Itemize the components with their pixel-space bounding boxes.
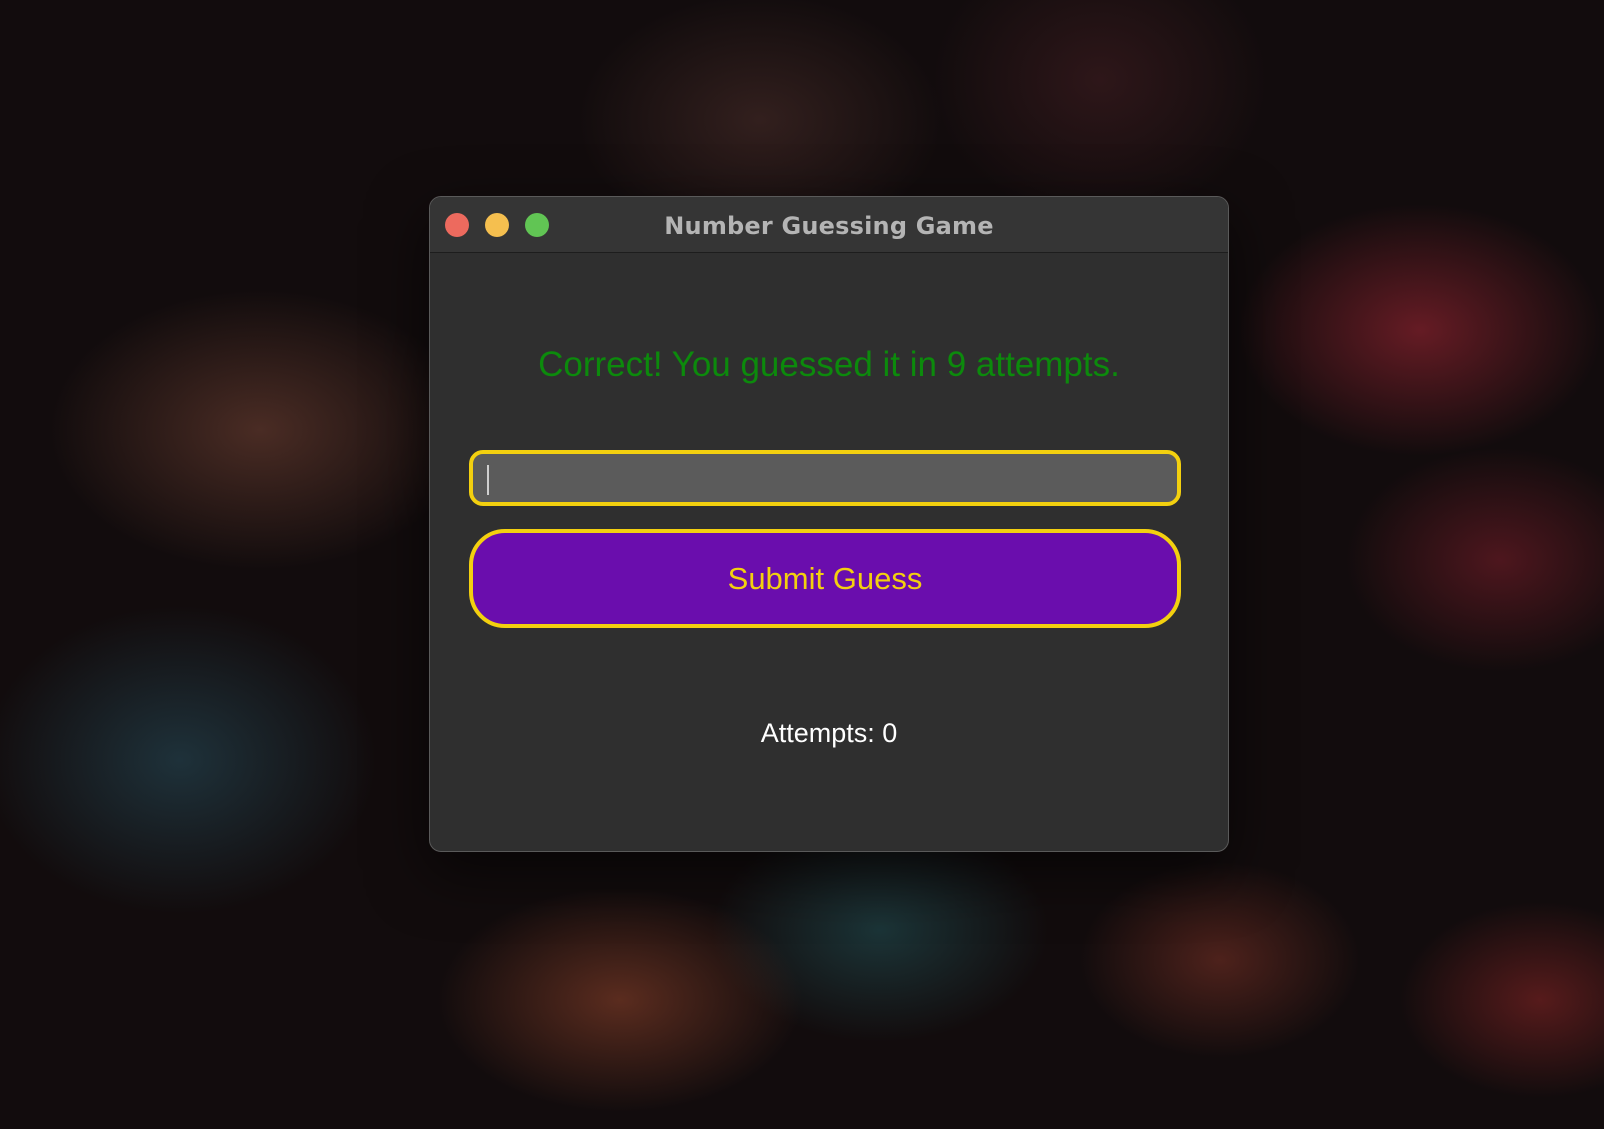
title-bar[interactable]: Number Guessing Game	[430, 197, 1228, 253]
app-window: Number Guessing Game Correct! You guesse…	[429, 196, 1229, 852]
attempts-counter: Attempts: 0	[760, 718, 898, 748]
game-panel: Correct! You guessed it in 9 attempts. S…	[430, 253, 1228, 851]
desktop-background: Number Guessing Game Correct! You guesse…	[0, 0, 1604, 1129]
guess-input[interactable]	[469, 450, 1181, 506]
submit-guess-button[interactable]: Submit Guess	[469, 529, 1181, 628]
text-cursor	[487, 465, 489, 495]
window-title: Number Guessing Game	[664, 212, 994, 240]
status-message: Correct! You guessed it in 9 attempts.	[538, 345, 1120, 384]
